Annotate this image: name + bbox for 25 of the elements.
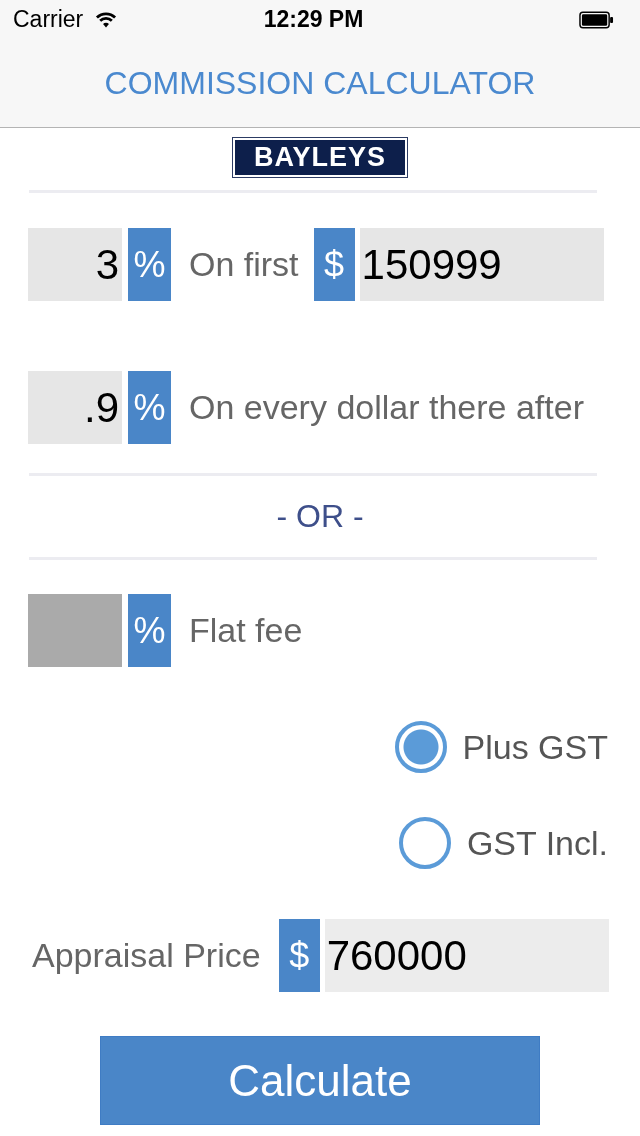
unit-label: $: [313, 228, 355, 301]
appraisal-label: Appraisal Price: [32, 935, 261, 976]
carrier-name: Carrier: [13, 7, 84, 33]
radio-label[interactable]: GST Incl.: [466, 822, 608, 864]
unit-label: %: [128, 228, 171, 301]
unit-label: %: [128, 594, 171, 667]
wifi-icon: [95, 12, 118, 28]
battery-icon: [579, 11, 614, 29]
company-logo: BAYLEYS: [232, 137, 408, 178]
rate-label: On every dollar there after: [189, 387, 584, 428]
rate-label: On first: [189, 244, 299, 285]
calculate-button[interactable]: Calculate: [100, 1036, 540, 1125]
rate-field[interactable]: 3: [28, 228, 122, 301]
amount-field[interactable]: 150999: [359, 228, 604, 301]
flat-fee-label: Flat fee: [189, 610, 303, 651]
price-field[interactable]: 760000: [324, 919, 609, 992]
or-separator: - OR -: [276, 497, 364, 536]
screen-title: COMMISSION CALCULATOR: [104, 65, 536, 102]
radio-label[interactable]: Plus GST: [462, 726, 608, 768]
unit-label: %: [128, 371, 171, 444]
radio-button[interactable]: [398, 817, 451, 869]
status-time: 12:29 PM: [263, 7, 364, 33]
radio-button[interactable]: [394, 721, 447, 773]
rate-field[interactable]: .9: [28, 371, 122, 444]
unit-label: $: [278, 919, 320, 992]
